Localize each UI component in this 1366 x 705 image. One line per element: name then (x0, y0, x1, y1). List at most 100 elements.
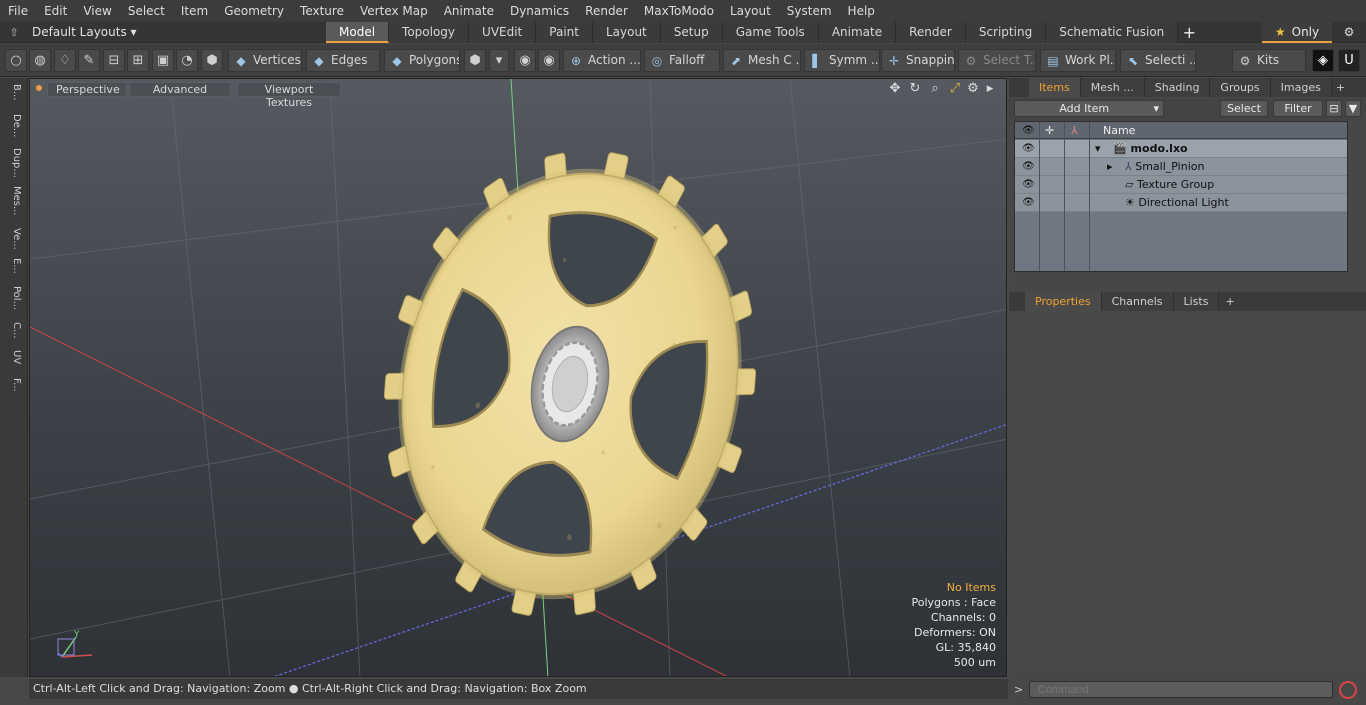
menu-geometry[interactable]: Geometry (216, 0, 292, 22)
falloff-button[interactable]: ◎ Falloff (644, 49, 720, 72)
tab-shading[interactable]: Shading (1144, 78, 1211, 97)
left-tab-curve[interactable]: C... (4, 322, 22, 346)
snap-circle-icon[interactable]: ◔ (176, 49, 198, 72)
left-tab-vertex[interactable]: Ve... (4, 228, 22, 254)
collapse-arrow-icon[interactable]: ▸ (1107, 158, 1113, 176)
gear-icon[interactable]: ⚙ (1338, 22, 1360, 43)
add-tab-icon[interactable]: + (1178, 22, 1200, 43)
menu-item[interactable]: Item (173, 0, 216, 22)
item-mode-icon[interactable]: ⬢ (201, 49, 223, 72)
command-input[interactable] (1029, 681, 1333, 698)
perspective-button[interactable]: Perspective (47, 82, 127, 97)
menu-layout[interactable]: Layout (722, 0, 779, 22)
add-item-button[interactable]: Add Item ▾ (1014, 100, 1164, 117)
tab-setup[interactable]: Setup (660, 22, 723, 43)
symmetry-button[interactable]: ▌ Symm ... (804, 49, 880, 72)
pan-icon[interactable]: ✥ (887, 81, 903, 97)
left-tab-edge[interactable]: E... (4, 258, 22, 282)
unreal-icon[interactable]: U (1338, 49, 1360, 72)
sphere-icon[interactable]: ◉ (538, 49, 560, 72)
tab-uvedit[interactable]: UVEdit (469, 22, 537, 43)
3d-viewport[interactable]: Y Perspective Advanced Viewport Textures… (29, 78, 1007, 677)
maximize-icon[interactable]: ⤢ (947, 81, 963, 97)
menu-help[interactable]: Help (840, 0, 883, 22)
menu-maxtomodo[interactable]: MaxToModo (636, 0, 722, 22)
expand-arrow-icon[interactable]: ▾ (1095, 140, 1101, 158)
menu-animate[interactable]: Animate (436, 0, 502, 22)
rotate-icon[interactable]: ↻ (907, 81, 923, 97)
unity-icon[interactable]: ◈ (1312, 49, 1334, 72)
tab-properties[interactable]: Properties (1025, 292, 1102, 311)
command-record-icon[interactable] (1339, 681, 1357, 699)
visibility-eye-icon[interactable]: 👁 (1022, 158, 1035, 176)
viewport-textures-button[interactable]: Viewport Textures (237, 82, 341, 109)
tab-animate[interactable]: Animate (818, 22, 897, 43)
zoom-icon[interactable]: ⌕ (927, 81, 943, 97)
select-through-button[interactable]: ⚙ Select T... (958, 49, 1036, 72)
left-tab-basic[interactable]: B... (4, 84, 22, 110)
tab-topology[interactable]: Topology (389, 22, 470, 43)
align-icon[interactable]: ⊟ (103, 49, 125, 72)
left-tab-polygon[interactable]: Pol... (4, 286, 22, 318)
menu-edit[interactable]: Edit (36, 0, 75, 22)
mesh-constraints-button[interactable]: ⬈ Mesh C ... (723, 49, 801, 72)
material-mode-icon[interactable]: ⬢ (464, 49, 486, 72)
left-tab-fusion[interactable]: F... (4, 378, 22, 404)
tab-game-tools[interactable]: Game Tools (722, 22, 819, 43)
tab-paint[interactable]: Paint (536, 22, 593, 43)
viewport-status-dot[interactable] (36, 85, 42, 91)
edges-button[interactable]: ◆ Edges (306, 49, 380, 72)
command-expand-icon[interactable]: > (1014, 683, 1023, 696)
globe-icon[interactable]: ◍ (29, 49, 51, 72)
select-button[interactable]: Select (1220, 100, 1268, 117)
filter-button[interactable]: Filter (1273, 100, 1323, 117)
tab-lists[interactable]: Lists (1173, 292, 1220, 311)
collapse-icon[interactable]: ⊟ (1326, 100, 1342, 117)
snapping-button[interactable]: ✛ Snapping (881, 49, 955, 72)
kits-button[interactable]: ⚙ Kits (1232, 49, 1306, 72)
tab-channels[interactable]: Channels (1101, 292, 1174, 311)
visibility-eye-icon[interactable]: 👁 (1022, 140, 1035, 158)
add-panel-tab-icon[interactable]: + (1332, 78, 1349, 97)
tab-items[interactable]: Items (1029, 78, 1081, 97)
tab-mesh[interactable]: Mesh ... (1080, 78, 1145, 97)
frame-icon[interactable]: ▣ (152, 49, 174, 72)
pen-icon[interactable]: ♢ (54, 49, 76, 72)
menu-system[interactable]: System (779, 0, 840, 22)
work-plane-button[interactable]: ▤ Work Pl... (1040, 49, 1116, 72)
vertices-button[interactable]: ◆ Vertices (228, 49, 302, 72)
tab-schematic-fusion[interactable]: Schematic Fusion (1046, 22, 1179, 43)
left-tab-duplicate[interactable]: Dup... (4, 148, 22, 182)
tab-render[interactable]: Render (896, 22, 966, 43)
action-center-button[interactable]: ⊕ Action ... (563, 49, 641, 72)
add-props-tab-icon[interactable]: + (1219, 292, 1240, 311)
menu-file[interactable]: File (0, 0, 36, 22)
mode-dropdown-icon[interactable]: ▾ (489, 49, 509, 72)
tab-layout[interactable]: Layout (592, 22, 661, 43)
left-tab-deform[interactable]: De... (4, 114, 22, 144)
menu-select[interactable]: Select (120, 0, 173, 22)
menu-render[interactable]: Render (577, 0, 636, 22)
menu-dynamics[interactable]: Dynamics (502, 0, 577, 22)
visibility-eye-icon[interactable]: 👁 (1022, 176, 1035, 194)
left-tab-uv[interactable]: UV (4, 350, 22, 374)
center-icon[interactable]: ⊞ (127, 49, 149, 72)
viewport-menu-arrow-icon[interactable]: ▸ (982, 81, 998, 97)
viewport-gear-icon[interactable]: ⚙ (965, 81, 981, 97)
gear-model[interactable] (343, 116, 797, 652)
polygons-button[interactable]: ◆ Polygons (384, 49, 460, 72)
menu-vertex-map[interactable]: Vertex Map (352, 0, 436, 22)
symmetry-sphere-icon[interactable]: ◉ (514, 49, 536, 72)
tab-scripting[interactable]: Scripting (965, 22, 1047, 43)
brush-icon[interactable]: ✎ (78, 49, 100, 72)
visibility-eye-icon[interactable]: 👁 (1022, 194, 1035, 212)
filter-funnel-icon[interactable]: ▼ (1345, 100, 1361, 117)
only-toggle-button[interactable]: ★ Only (1262, 22, 1332, 43)
left-tab-mesh-edit[interactable]: Mes... (4, 186, 22, 224)
select-circle-icon[interactable]: ○ (5, 49, 27, 72)
tab-groups[interactable]: Groups (1210, 78, 1271, 97)
tab-images[interactable]: Images (1270, 78, 1332, 97)
layout-arrow-icon[interactable]: ⇧ (6, 25, 22, 41)
menu-texture[interactable]: Texture (292, 0, 352, 22)
advanced-button[interactable]: Advanced (129, 82, 231, 97)
